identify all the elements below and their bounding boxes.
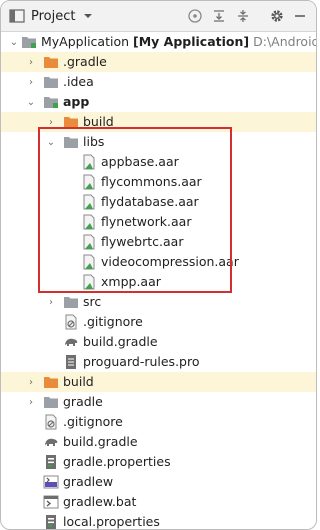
tree-label: .gitignore [63,414,123,429]
tree-label: build [63,374,94,389]
tree-row-app-build-gradle[interactable]: build.gradle [1,332,316,352]
tree-row-app[interactable]: ⌄ app [1,92,316,112]
expanded-chevron-icon[interactable]: ⌄ [8,32,20,52]
shell-script-icon [43,472,59,492]
folder-icon [63,292,79,312]
tree-row-build[interactable]: › build [1,372,316,392]
collapsed-chevron-icon[interactable]: › [45,292,57,312]
tree-row-idea-dir[interactable]: › .idea [1,72,316,92]
folder-icon [43,72,59,92]
tree-label: gradle [63,394,103,409]
tree-label: build.gradle [63,434,138,449]
tree-label: .gitignore [83,314,143,329]
tree-label: local.properties [63,514,160,529]
properties-file-icon [43,452,59,472]
tree-label: .idea [63,74,94,89]
text-file-icon [63,352,79,372]
gradle-elephant-icon [63,332,79,352]
tree-label: gradlew.bat [63,494,137,509]
libs-highlight-box [38,127,232,293]
crosshair-icon[interactable] [187,1,203,31]
folder-icon [43,52,59,72]
minimize-icon[interactable] [293,1,307,31]
collapse-all-icon[interactable] [235,1,251,31]
tree-label: .gradle [63,54,107,69]
module-folder-icon [43,92,59,112]
module-folder-icon [21,32,37,52]
tree-row-gradlew-bat[interactable]: gradlew.bat [1,492,316,512]
tree-row-gradle-dir[interactable]: › .gradle [1,52,316,72]
tree-row-build-gradle[interactable]: build.gradle [1,432,316,452]
tree-row-proguard[interactable]: proguard-rules.pro [1,352,316,372]
tree-label: src [83,294,102,309]
tree-label: MyApplication [My Application] D:\Androi… [41,34,316,49]
collapsed-chevron-icon[interactable]: › [25,372,37,392]
batch-file-icon [43,492,59,512]
tree-label: build.gradle [83,334,158,349]
project-view-title[interactable]: Project [31,9,75,24]
project-view-icon[interactable] [9,1,25,31]
tree-label: app [63,94,90,109]
collapsed-chevron-icon[interactable]: › [25,52,37,72]
collapsed-chevron-icon[interactable]: › [25,392,37,412]
gradle-elephant-icon [43,432,59,452]
gitignore-file-icon [43,412,59,432]
tree-label: proguard-rules.pro [83,354,200,369]
project-toolbar: Project [1,1,316,32]
tree-row-gradle-properties[interactable]: gradle.properties [1,452,316,472]
collapsed-chevron-icon[interactable]: › [25,72,37,92]
gear-icon[interactable] [269,1,285,31]
expand-all-icon[interactable] [211,1,227,31]
folder-icon [43,372,59,392]
gitignore-file-icon [63,312,79,332]
tree-label: gradle.properties [63,454,171,469]
tree-row-local-properties[interactable]: local.properties [1,512,316,529]
project-tool-window: Project ⌄ MyApplication [My Application] [0,0,317,530]
tree-row-app-gitignore[interactable]: .gitignore [1,312,316,332]
tree-row-src[interactable]: › src [1,292,316,312]
tree-row-gradle[interactable]: › gradle [1,392,316,412]
expanded-chevron-icon[interactable]: ⌄ [25,92,37,112]
tree-row-gitignore[interactable]: .gitignore [1,412,316,432]
dropdown-arrow-icon[interactable] [82,1,94,31]
tree-row-root[interactable]: ⌄ MyApplication [My Application] D:\Andr… [1,32,316,52]
folder-icon [43,392,59,412]
tree-row-gradlew[interactable]: gradlew [1,472,316,492]
tree-label: gradlew [63,474,114,489]
properties-file-icon [43,512,59,529]
